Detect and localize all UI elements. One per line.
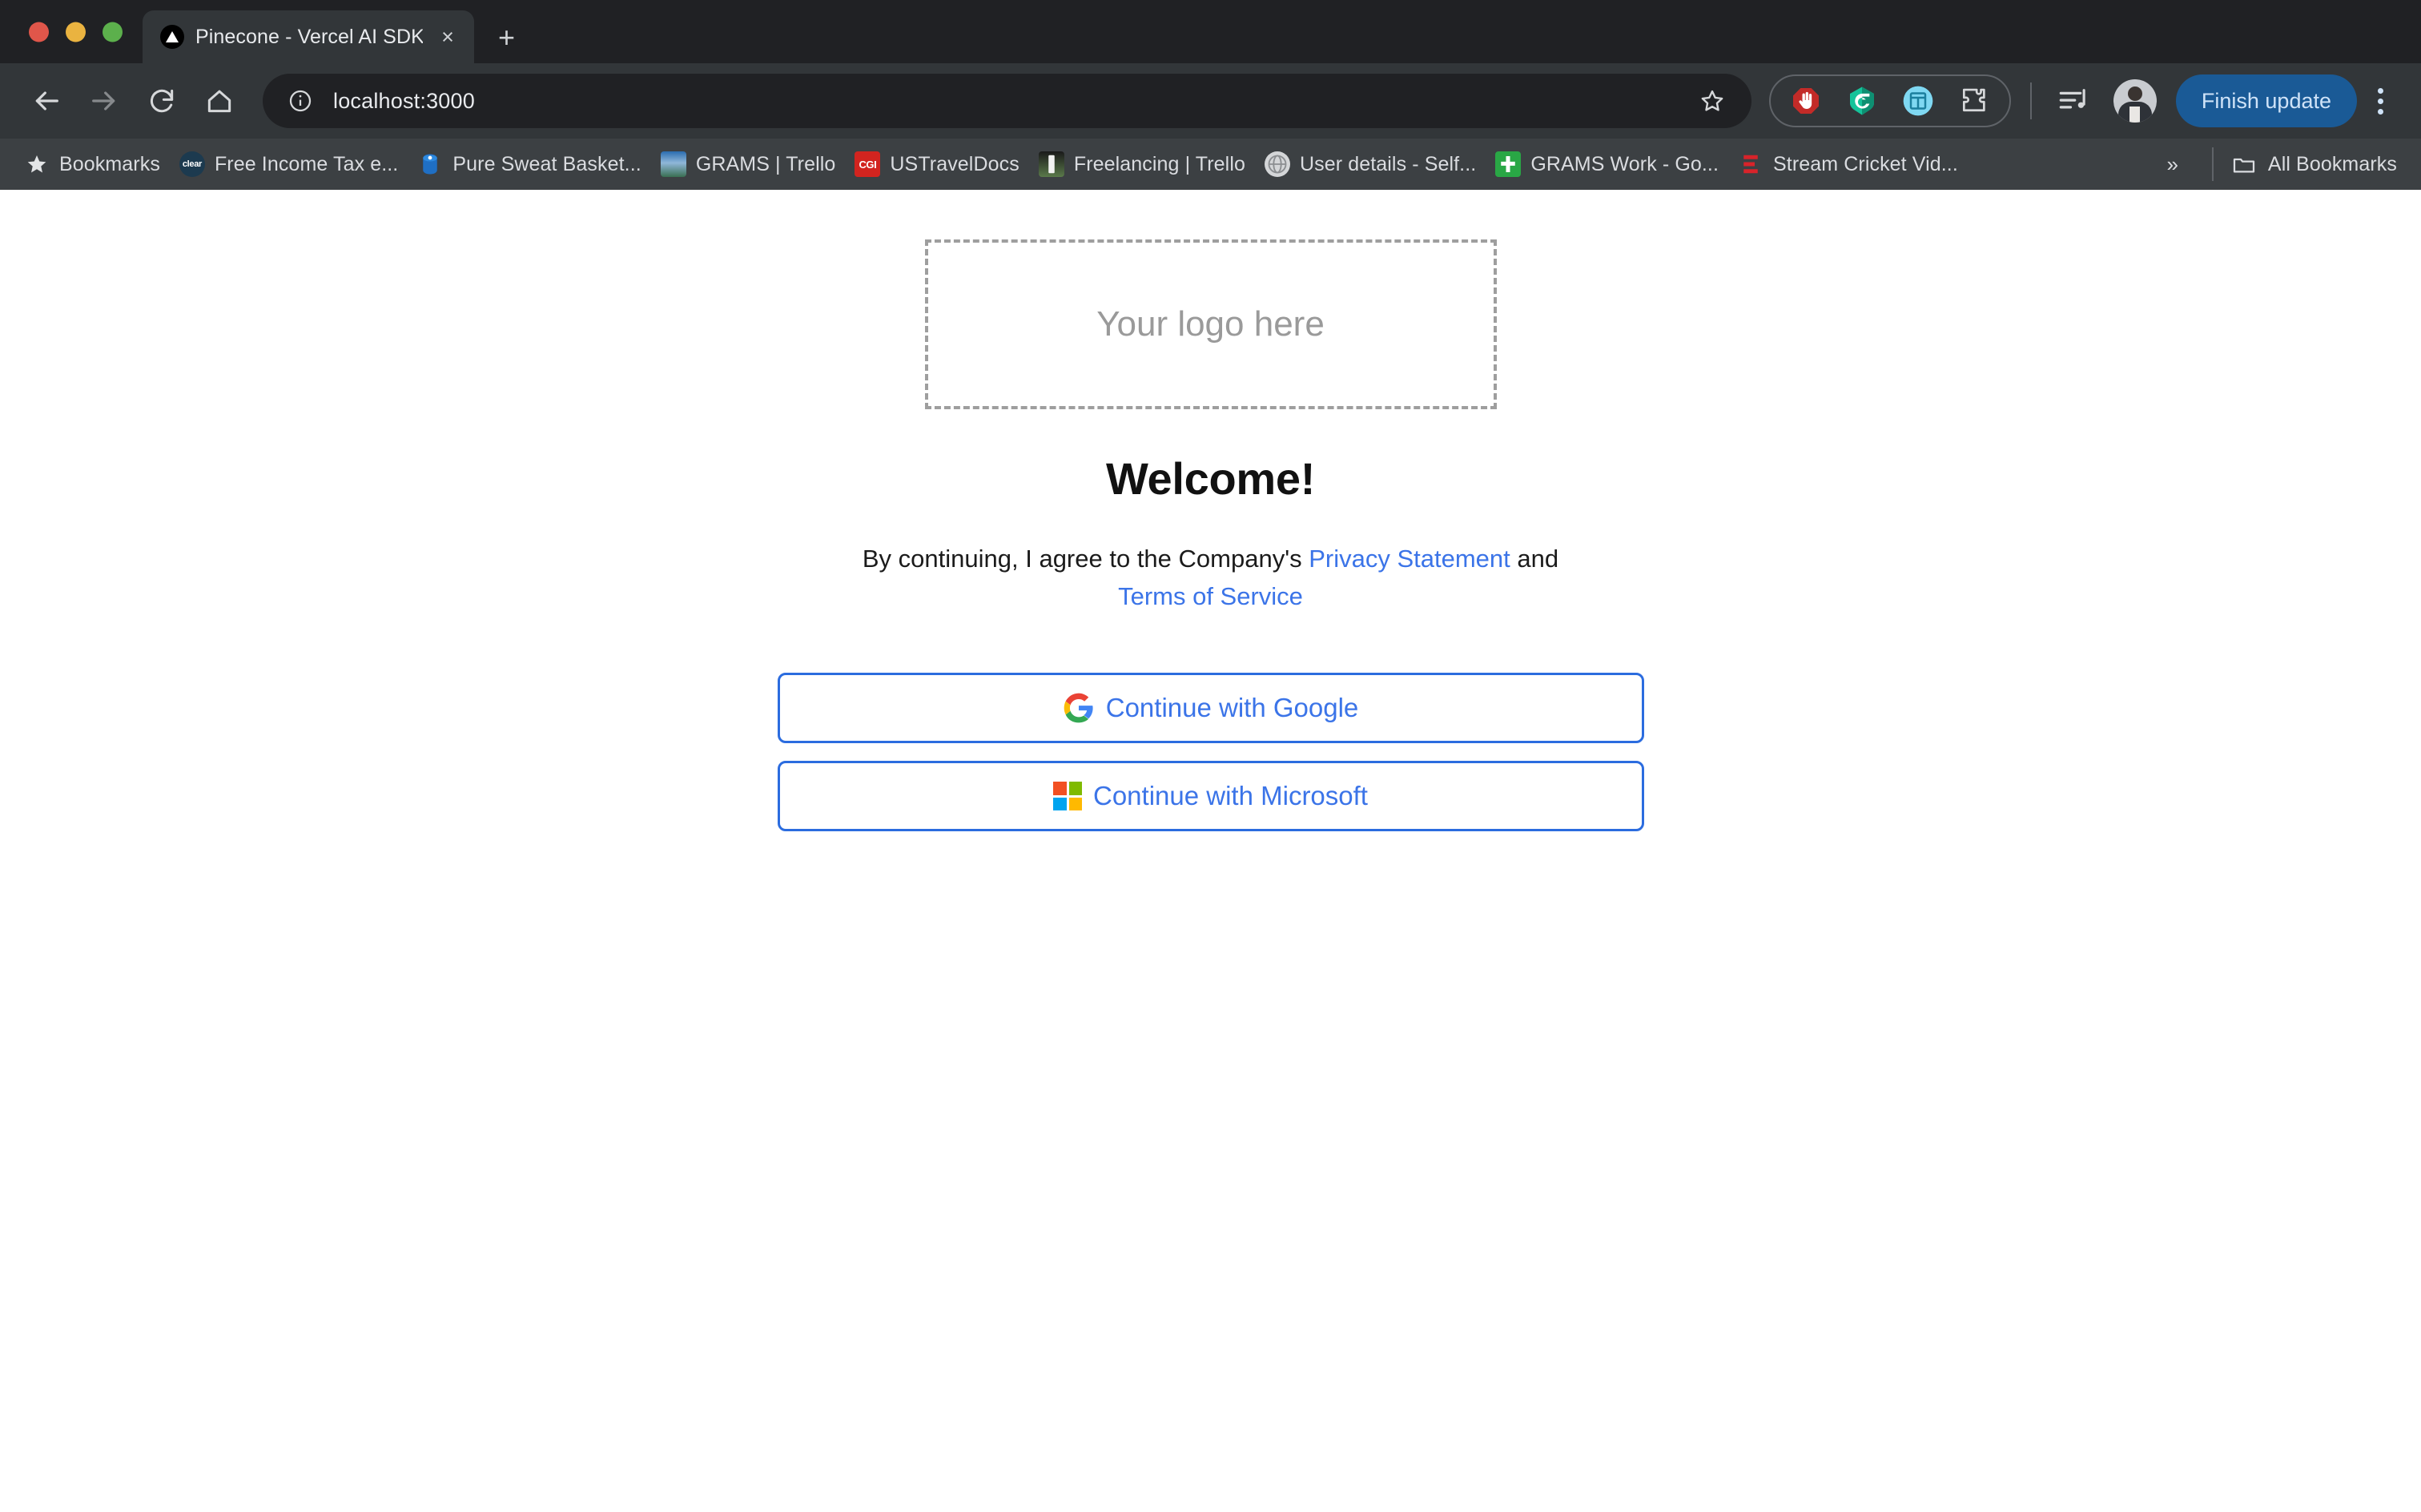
folder-icon [2231,151,2257,177]
tab-strip: Pinecone - Vercel AI SDK Exa × + [0,0,2421,63]
all-bookmarks-button[interactable]: All Bookmarks [2231,151,2400,177]
close-window-button[interactable] [29,22,49,42]
star-icon [24,151,50,177]
adblock-icon[interactable] [1788,83,1824,119]
bookmark-item-free-income-tax[interactable]: clear Free Income Tax e... [175,143,412,185]
bookmark-item-grams-trello[interactable]: GRAMS | Trello [656,143,851,185]
consent-conjunction: and [1510,545,1559,573]
browser-window: Pinecone - Vercel AI SDK Exa × + [0,0,2421,1512]
bookmarks-overflow-icon[interactable]: » [2150,152,2194,177]
toolbar-divider [2029,82,2032,119]
google-button-label: Continue with Google [1105,693,1359,723]
puzzle-piece-icon[interactable] [1957,83,1992,119]
microsoft-logo-icon [1053,782,1082,811]
bookmark-label: GRAMS | Trello [695,152,836,175]
pure-sweat-icon [417,151,443,177]
three-dot-menu-icon[interactable] [2360,74,2400,127]
url-text[interactable]: localhost:3000 [333,89,1678,114]
bookmark-item-bookmarks[interactable]: Bookmarks [19,143,175,185]
bookmark-item-grams-work[interactable]: GRAMS Work - Go... [1490,143,1733,185]
home-icon[interactable] [191,72,248,130]
consent-prefix: By continuing, I agree to the Company's [862,545,1309,573]
finish-update-button[interactable]: Finish update [2175,74,2357,127]
media-control-icon[interactable] [2051,78,2096,123]
maximize-window-button[interactable] [103,22,123,42]
close-tab-icon[interactable]: × [434,26,461,48]
grammarly-icon[interactable] [1844,83,1880,119]
terms-of-service-link[interactable]: Terms of Service [1118,582,1303,610]
bookmark-label: User details - Self... [1299,152,1477,175]
bookmark-item-stream-cricket[interactable]: Stream Cricket Vid... [1733,143,1973,185]
forward-arrow-icon [75,72,133,130]
browser-toolbar: localhost:3000 Finish update [0,63,2421,139]
continue-with-google-button[interactable]: Continue with Google [777,673,1644,744]
cgi-icon: CGI [855,151,881,177]
consent-text: By continuing, I agree to the Company's … [843,540,1579,615]
minimize-window-button[interactable] [66,22,86,42]
page-title: Welcome! [1105,453,1316,504]
bookmark-label: Freelancing | Trello [1073,152,1245,175]
privacy-statement-link[interactable]: Privacy Statement [1309,545,1510,573]
logo-placeholder-text: Your logo here [1096,304,1325,344]
page-viewport: Your logo here Welcome! By continuing, I… [0,190,2421,1512]
bookmark-item-ustraveldocs[interactable]: CGI USTravelDocs [850,143,1033,185]
bookmarks-bar: Bookmarks clear Free Income Tax e... Pur… [0,139,2421,190]
microsoft-button-label: Continue with Microsoft [1093,781,1368,811]
address-bar[interactable]: localhost:3000 [263,74,1751,128]
bookmark-item-pure-sweat[interactable]: Pure Sweat Basket... [412,143,655,185]
back-arrow-icon[interactable] [18,72,75,130]
bookmarks-divider [2211,147,2214,181]
login-content: Your logo here Welcome! By continuing, I… [0,190,2421,832]
freelancing-trello-icon [1038,151,1064,177]
table-capture-icon[interactable] [1900,83,1936,119]
vercel-triangle-icon [160,25,184,49]
new-tab-button[interactable]: + [498,23,515,52]
browser-tab[interactable]: Pinecone - Vercel AI SDK Exa × [143,10,474,63]
bookmark-label: GRAMS Work - Go... [1530,152,1719,175]
continue-with-microsoft-button[interactable]: Continue with Microsoft [777,761,1644,832]
site-info-icon[interactable] [284,84,317,118]
profile-avatar[interactable] [2113,79,2157,123]
extensions-group [1768,74,2011,127]
reload-icon[interactable] [133,72,191,130]
window-controls [29,22,123,42]
bookmark-star-icon[interactable] [1694,82,1731,119]
trello-icon [660,151,686,177]
bookmark-item-user-details[interactable]: User details - Self... [1260,143,1490,185]
bookmark-label: USTravelDocs [890,152,1019,175]
google-logo-icon [1064,693,1093,723]
grams-work-icon [1495,151,1522,177]
bookmark-item-freelancing-trello[interactable]: Freelancing | Trello [1034,143,1260,185]
tab-title: Pinecone - Vercel AI SDK Exa [195,25,423,48]
stream-cricket-icon [1738,151,1763,177]
globe-icon [1264,151,1290,177]
logo-placeholder: Your logo here [924,239,1497,409]
bookmark-label: Free Income Tax e... [214,152,399,175]
bookmark-label: Pure Sweat Basket... [452,152,641,175]
all-bookmarks-label: All Bookmarks [2267,152,2397,175]
bookmark-label: Bookmarks [59,152,160,175]
oauth-button-group: Continue with Google Continue with Micro… [777,673,1644,832]
bookmark-label: Stream Cricket Vid... [1773,152,1958,175]
clear-icon: clear [179,151,205,177]
